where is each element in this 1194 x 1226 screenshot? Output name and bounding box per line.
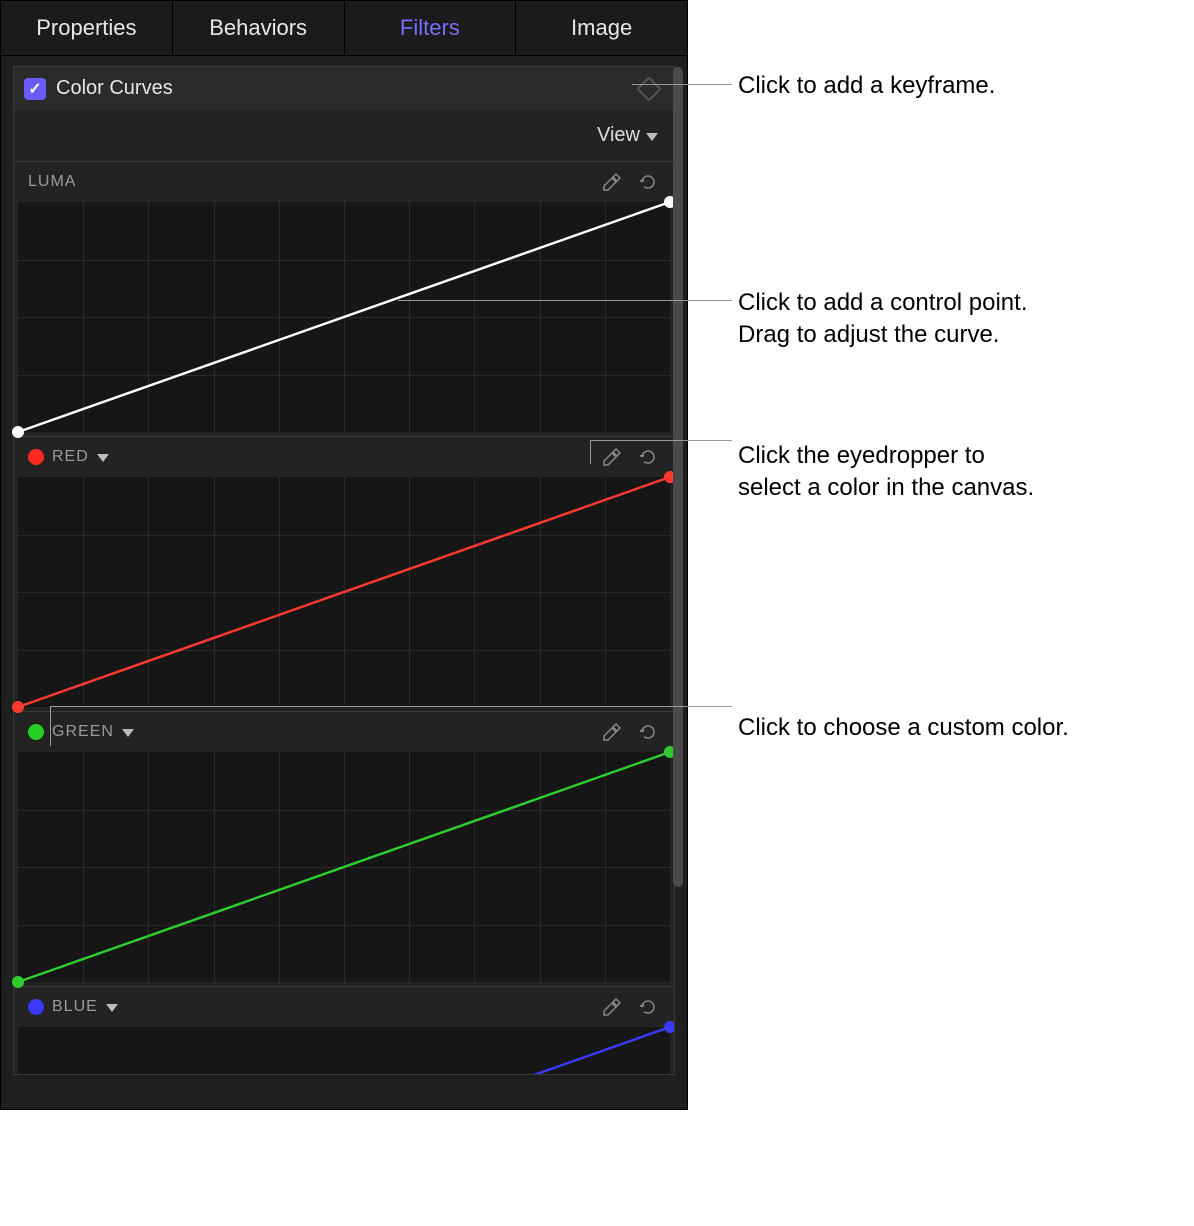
inspector-tabs: Properties Behaviors Filters Image xyxy=(1,1,687,56)
curve-label-luma: LUMA xyxy=(28,173,76,191)
callout-leader xyxy=(50,706,732,707)
curve-canvas-green[interactable] xyxy=(18,752,670,982)
color-swatch-blue[interactable] xyxy=(28,999,44,1015)
filter-header: ✓ Color Curves xyxy=(13,66,675,110)
reset-icon[interactable] xyxy=(636,445,660,469)
curve-block-red: RED xyxy=(13,437,675,712)
curve-point[interactable] xyxy=(12,701,24,713)
tab-properties[interactable]: Properties xyxy=(1,1,173,55)
reset-icon[interactable] xyxy=(636,995,660,1019)
curve-label-blue: BLUE xyxy=(52,998,98,1016)
callout-eyedropper: Click the eyedropper to select a color i… xyxy=(738,440,1034,505)
color-swatch-green[interactable] xyxy=(28,724,44,740)
curve-label-green: GREEN xyxy=(52,723,114,741)
curve-canvas-luma[interactable] xyxy=(18,202,670,432)
scroll-thumb[interactable] xyxy=(673,67,683,887)
eyedropper-icon[interactable] xyxy=(600,170,624,194)
eyedropper-icon[interactable] xyxy=(600,445,624,469)
eyedropper-icon[interactable] xyxy=(600,720,624,744)
view-label: View xyxy=(597,124,640,147)
tab-image[interactable]: Image xyxy=(516,1,687,55)
callout-leader xyxy=(590,440,591,464)
chevron-down-icon[interactable] xyxy=(122,729,134,737)
curve-head-green: GREEN xyxy=(14,712,674,752)
callout-leader xyxy=(590,440,732,441)
callout-control-point: Click to add a control point. Drag to ad… xyxy=(738,287,1028,352)
curve-block-blue: BLUE xyxy=(13,987,675,1075)
curve-canvas-red[interactable] xyxy=(18,477,670,707)
scrollbar[interactable] xyxy=(673,67,683,887)
curve-head-blue: BLUE xyxy=(14,987,674,1027)
chevron-down-icon xyxy=(646,133,658,141)
filter-enable-checkbox[interactable]: ✓ xyxy=(24,78,46,100)
view-row: View xyxy=(13,110,675,162)
reset-icon[interactable] xyxy=(636,720,660,744)
eyedropper-icon[interactable] xyxy=(600,995,624,1019)
callout-keyframe: Click to add a keyframe. xyxy=(738,70,995,102)
callout-leader xyxy=(632,84,732,85)
view-dropdown[interactable]: View xyxy=(597,124,658,147)
curve-label-red: RED xyxy=(52,448,89,466)
curve-head-luma: LUMA xyxy=(14,162,674,202)
inspector-panel: Properties Behaviors Filters Image ✓ Col… xyxy=(0,0,688,1110)
filter-title: Color Curves xyxy=(56,77,640,100)
curve-head-red: RED xyxy=(14,437,674,477)
chevron-down-icon[interactable] xyxy=(106,1004,118,1012)
curve-block-green: GREEN xyxy=(13,712,675,987)
curve-point[interactable] xyxy=(12,976,24,988)
keyframe-icon[interactable] xyxy=(636,76,661,101)
callout-custom-color: Click to choose a custom color. xyxy=(738,712,1069,744)
curve-point[interactable] xyxy=(12,426,24,438)
chevron-down-icon[interactable] xyxy=(97,454,109,462)
curve-canvas-blue[interactable] xyxy=(18,1027,670,1075)
color-swatch-red[interactable] xyxy=(28,449,44,465)
tab-behaviors[interactable]: Behaviors xyxy=(173,1,345,55)
curve-point[interactable] xyxy=(664,1021,675,1033)
tab-filters[interactable]: Filters xyxy=(345,1,517,55)
callout-leader xyxy=(50,706,51,746)
filters-panel-body: ✓ Color Curves View LUMA xyxy=(1,56,687,1075)
reset-icon[interactable] xyxy=(636,170,660,194)
callout-leader xyxy=(398,300,732,301)
